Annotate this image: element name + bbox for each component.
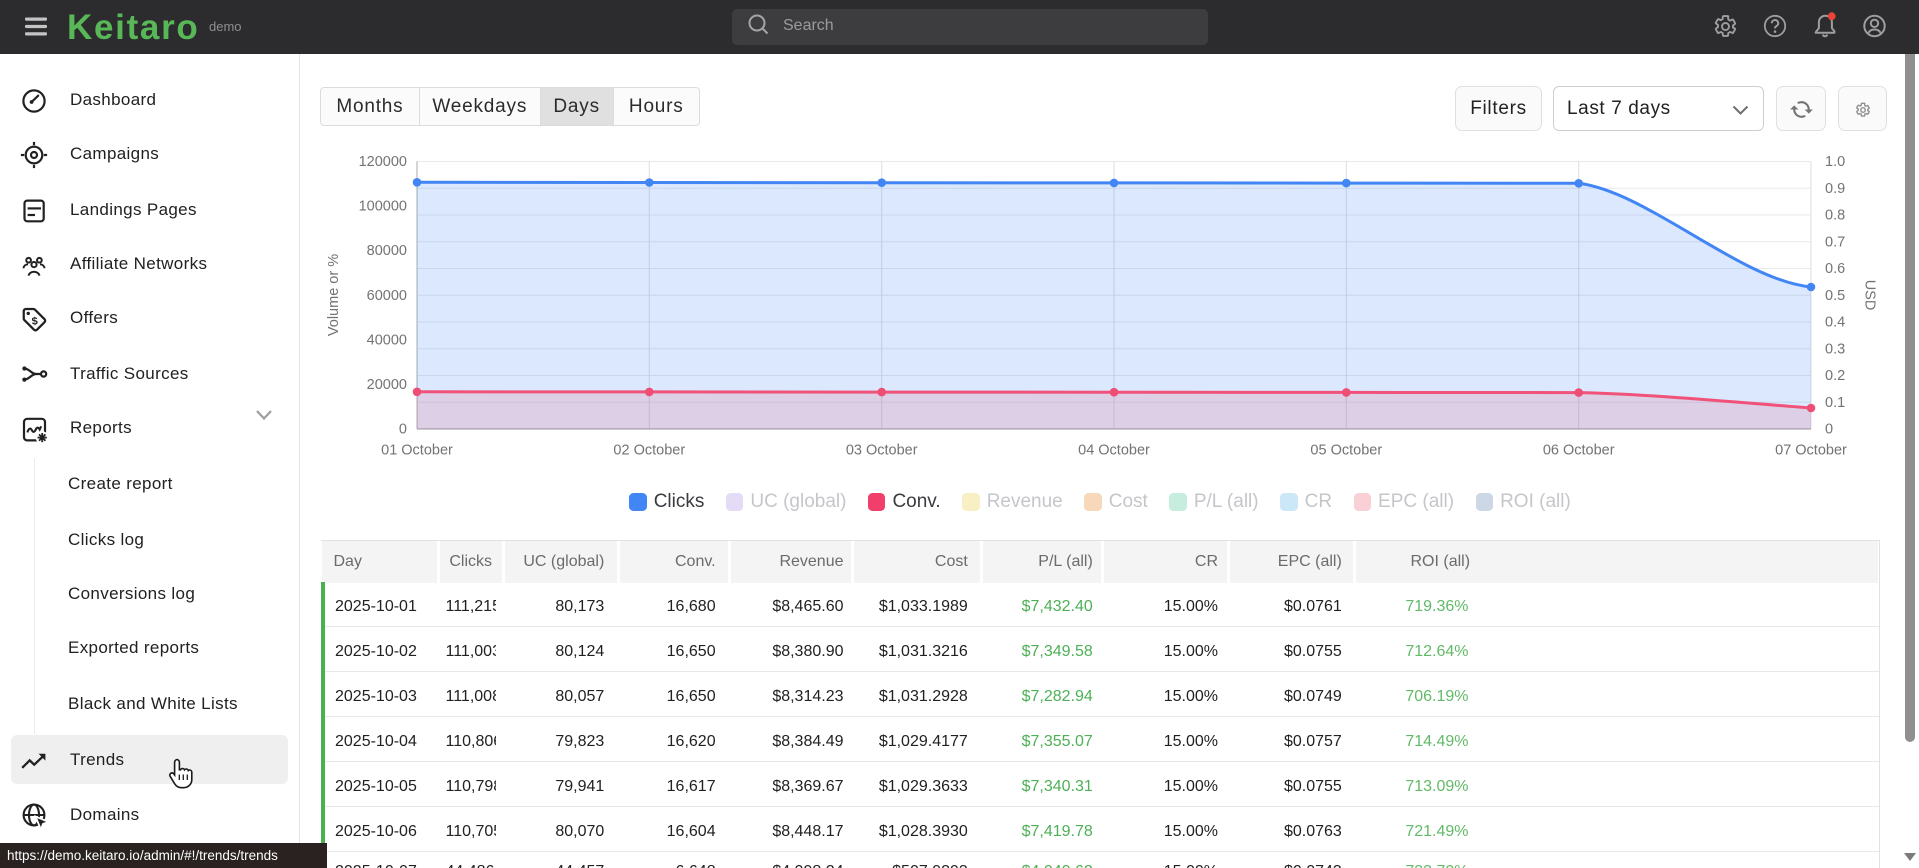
svg-text:05 October: 05 October: [1310, 443, 1382, 459]
svg-text:120000: 120000: [359, 154, 407, 170]
svg-text:0.2: 0.2: [1825, 368, 1845, 384]
svg-text:04 October: 04 October: [1078, 443, 1150, 459]
svg-text:80000: 80000: [367, 243, 407, 259]
svg-text:03 October: 03 October: [846, 443, 918, 459]
svg-text:0: 0: [399, 422, 407, 438]
svg-text:40000: 40000: [367, 332, 407, 348]
svg-text:0.5: 0.5: [1825, 288, 1845, 304]
svg-text:20000: 20000: [367, 377, 407, 393]
svg-text:0.7: 0.7: [1825, 234, 1845, 250]
svg-text:0.3: 0.3: [1825, 341, 1845, 357]
svg-text:06 October: 06 October: [1543, 443, 1615, 459]
svg-text:02 October: 02 October: [613, 443, 685, 459]
svg-text:0.1: 0.1: [1825, 395, 1845, 411]
svg-text:1.0: 1.0: [1825, 154, 1845, 170]
svg-text:100000: 100000: [359, 199, 407, 215]
svg-text:07 October: 07 October: [1775, 443, 1847, 459]
svg-text:$: $: [31, 315, 38, 328]
svg-text:60000: 60000: [367, 288, 407, 304]
svg-text:0.6: 0.6: [1825, 261, 1845, 277]
svg-text:0: 0: [1825, 422, 1833, 438]
svg-text:Volume or %: Volume or %: [326, 254, 342, 336]
svg-text:0.9: 0.9: [1825, 181, 1845, 197]
svg-text:USD: USD: [1862, 280, 1878, 311]
svg-text:01 October: 01 October: [381, 443, 453, 459]
svg-text:0.4: 0.4: [1825, 315, 1845, 331]
svg-text:0.8: 0.8: [1825, 208, 1845, 224]
